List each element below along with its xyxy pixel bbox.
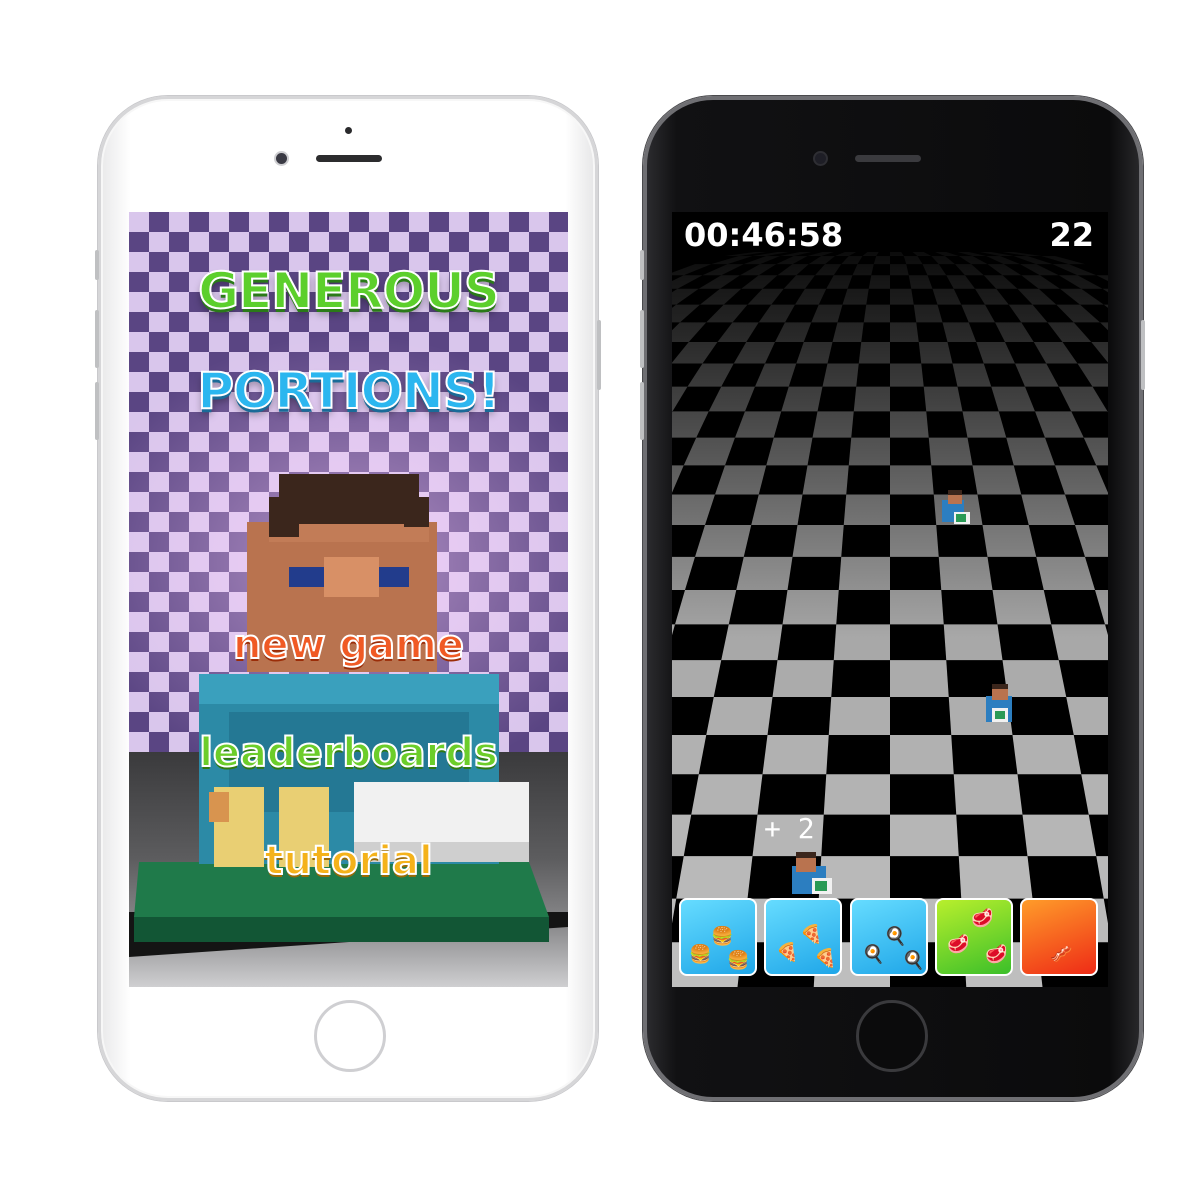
game-screen xyxy=(672,212,1108,987)
pizza-icon: 🍕 xyxy=(814,948,837,969)
front-camera xyxy=(815,153,826,164)
customer-character[interactable] xyxy=(936,490,974,530)
score: 22 xyxy=(1049,216,1094,254)
pizza-icon: 🍕 xyxy=(800,924,823,945)
title-line-2: PORTIONS! xyxy=(196,361,501,421)
power-button xyxy=(597,320,601,390)
burger-icon: 🍔 xyxy=(727,950,750,971)
leaderboards-button[interactable]: leaderboards xyxy=(129,729,568,777)
food-tile-meat[interactable]: 🥩 🥩 🥩 xyxy=(935,898,1013,976)
home-button[interactable] xyxy=(314,1000,386,1072)
food-tile-pizza[interactable]: 🍕 🍕 🍕 xyxy=(764,898,842,976)
meat-icon: 🥩 xyxy=(971,908,994,929)
menu-screen: GENEROUS PORTIONS! new game leaderboards… xyxy=(129,212,568,987)
mute-switch xyxy=(95,250,99,280)
burger-icon: 🍔 xyxy=(711,926,734,947)
burger-icon: 🍔 xyxy=(689,944,712,965)
home-button[interactable] xyxy=(856,1000,928,1072)
volume-down-button xyxy=(95,382,99,440)
volume-up-button xyxy=(95,310,99,368)
proximity-sensor xyxy=(345,127,352,134)
bacon-icon: 🥓 xyxy=(1050,944,1073,965)
food-tile-egg[interactable]: 🍳 🍳 🍳 xyxy=(850,898,928,976)
food-tile-burger[interactable]: 🍔 🍔 🍔 xyxy=(679,898,757,976)
food-tile-bacon[interactable]: 🥓 xyxy=(1020,898,1098,976)
earpiece xyxy=(855,155,921,162)
checker-floor xyxy=(672,212,1108,987)
mute-switch xyxy=(640,250,644,280)
power-button xyxy=(1141,320,1145,390)
egg-icon: 🍳 xyxy=(862,944,885,965)
pizza-icon: 🍕 xyxy=(776,942,799,963)
volume-down-button xyxy=(640,382,644,440)
egg-icon: 🍳 xyxy=(884,926,907,947)
combo-popup: + 2 xyxy=(764,812,815,845)
new-game-button[interactable]: new game xyxy=(129,621,568,669)
egg-icon: 🍳 xyxy=(902,950,925,971)
tutorial-button[interactable]: tutorial xyxy=(129,837,568,885)
earpiece xyxy=(316,155,382,162)
timer: 00:46:58 xyxy=(684,216,844,254)
volume-up-button xyxy=(640,310,644,368)
customer-character[interactable] xyxy=(786,852,838,900)
customer-character[interactable] xyxy=(982,684,1020,728)
title-line-1: GENEROUS xyxy=(197,261,501,321)
meat-icon: 🥩 xyxy=(985,944,1008,965)
front-camera xyxy=(276,153,287,164)
meat-icon: 🥩 xyxy=(947,934,970,955)
